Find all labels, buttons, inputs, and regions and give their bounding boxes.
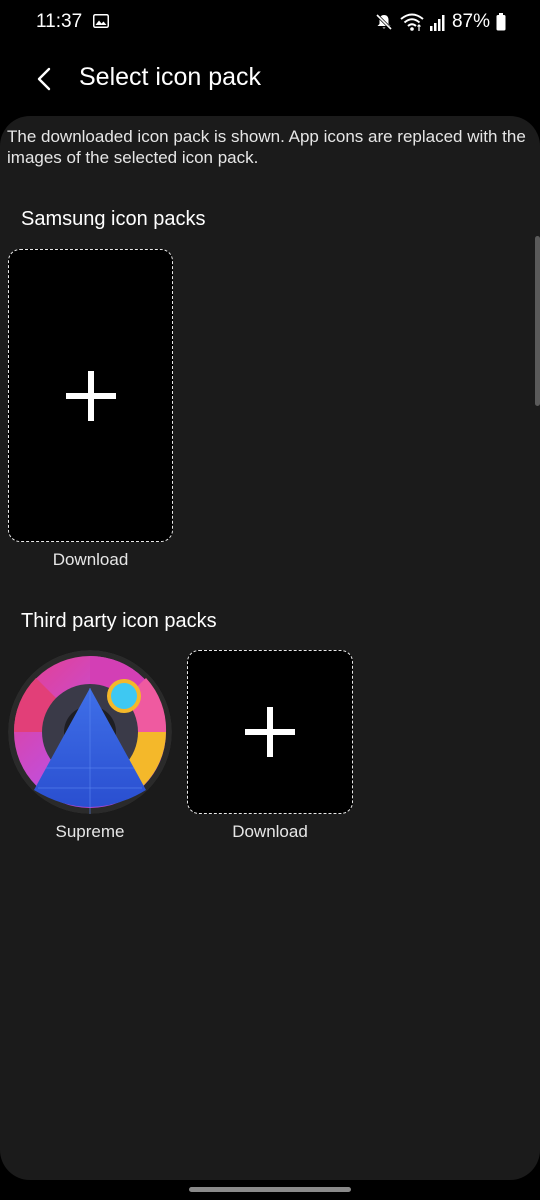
samsung-download-label: Download: [52, 550, 129, 569]
back-button[interactable]: [26, 60, 64, 98]
plus-icon: [65, 370, 116, 421]
status-right-group: 87%: [368, 10, 506, 34]
scrollbar[interactable]: [535, 236, 540, 406]
content-card: The downloaded icon pack is shown. App i…: [0, 116, 540, 1180]
plus-icon: [245, 707, 295, 757]
samsung-section-title: Samsung icon packs: [21, 208, 206, 230]
gallery-icon: [93, 14, 109, 28]
status-time: 11:37: [36, 11, 83, 32]
third-party-section-title: Third party icon packs: [21, 610, 217, 632]
supreme-label: Supreme: [55, 822, 125, 841]
page-title: Select icon pack: [79, 63, 262, 91]
signal-icon: [429, 15, 445, 31]
third-party-download-label: Download: [232, 822, 308, 841]
supreme-icon-pack[interactable]: [6, 648, 174, 816]
app-bar: Select icon pack: [0, 46, 540, 112]
battery-icon: [496, 13, 506, 31]
mute-icon: [375, 13, 393, 31]
navigation-handle[interactable]: [189, 1187, 351, 1192]
samsung-download-tile[interactable]: [8, 249, 173, 542]
battery-percentage: 87%: [451, 11, 490, 32]
status-bar: 11:37 87%: [0, 0, 540, 46]
chevron-left-icon: [37, 67, 51, 91]
third-party-download-tile[interactable]: [187, 650, 353, 814]
screen: 11:37 87% Select icon pack The downloade…: [0, 0, 540, 1200]
wifi-icon: [400, 13, 424, 31]
description-text: The downloaded icon pack is shown. App i…: [7, 127, 526, 167]
